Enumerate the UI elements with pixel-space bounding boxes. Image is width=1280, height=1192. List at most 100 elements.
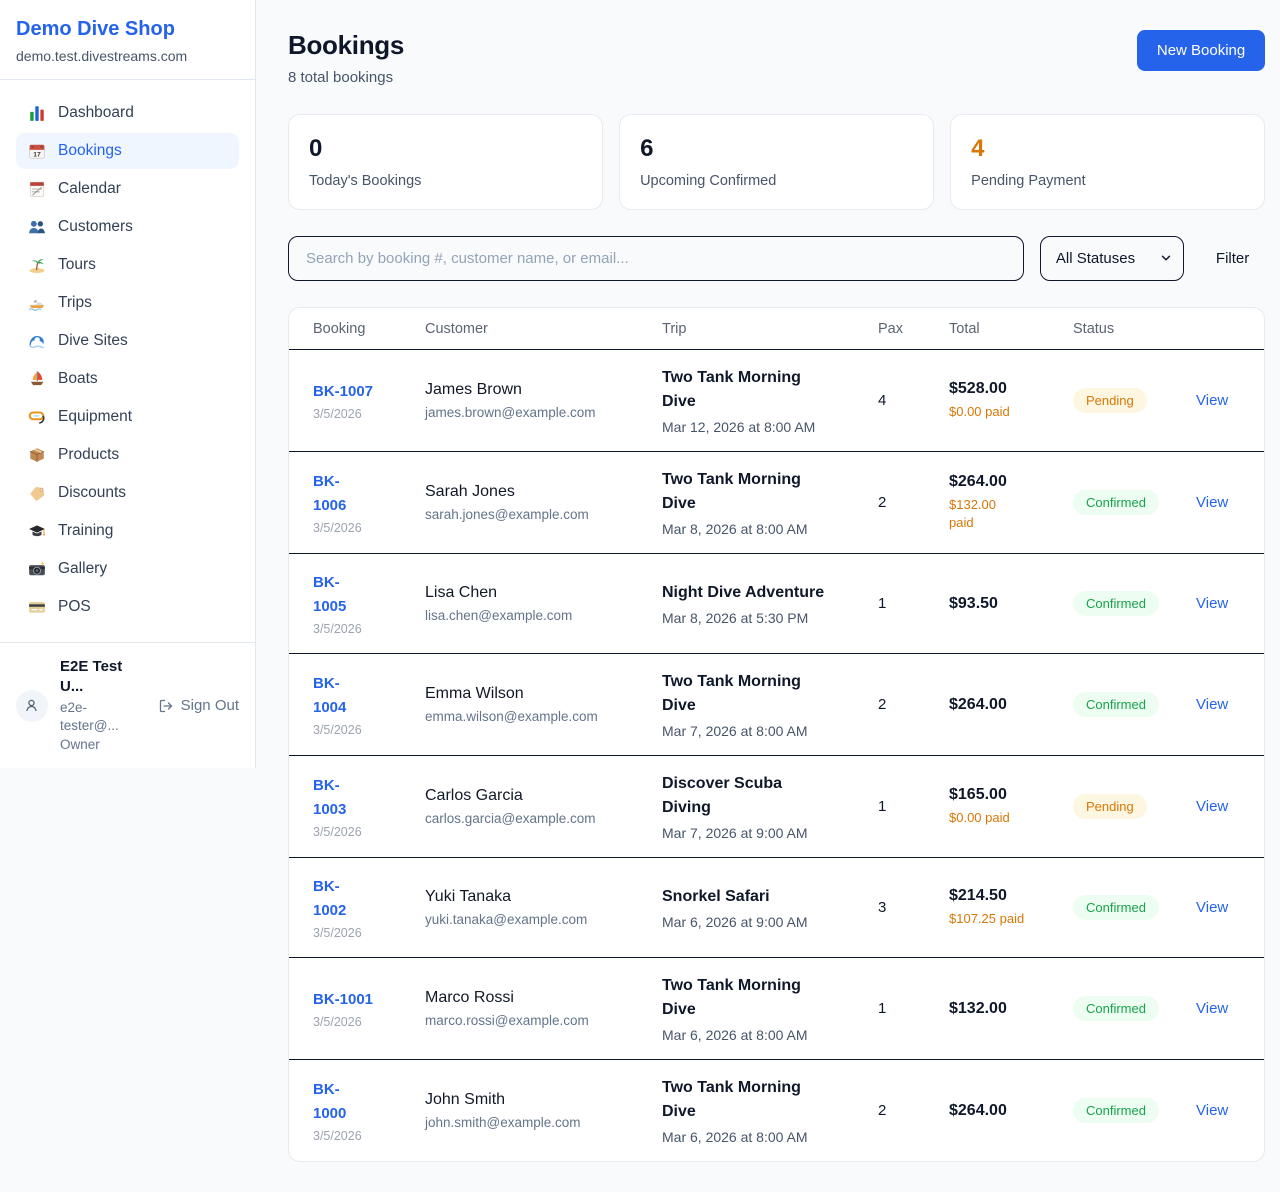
total-amount: $528.00	[949, 380, 1061, 398]
trip-name: Two Tank Morning Dive	[662, 1076, 866, 1124]
sidebar-item[interactable]: Dashboard	[16, 95, 239, 131]
app-layout: Demo Dive Shop demo.test.divestreams.com…	[0, 0, 1280, 1192]
sidebar-item[interactable]: 17 Bookings	[16, 133, 239, 169]
table-row: BK- 1002 3/5/2026 Yuki Tanaka yuki.tanak…	[289, 857, 1264, 957]
booking-created-date: 3/5/2026	[313, 1129, 413, 1143]
customer-email: lisa.chen@example.com	[425, 608, 650, 623]
credit-card-icon	[28, 598, 46, 616]
booking-created-date: 3/5/2026	[313, 407, 413, 421]
trip-name: Discover Scuba Diving	[662, 772, 866, 820]
table-row: BK-1001 3/5/2026 Marco Rossi marco.rossi…	[289, 957, 1264, 1059]
avatar	[16, 690, 48, 722]
user-info: E2E Test U... e2e-tester@... Owner	[60, 657, 146, 754]
customer-name: Lisa Chen	[425, 584, 650, 602]
sidebar-item-label: Customers	[58, 218, 133, 236]
view-booking-link[interactable]: View	[1196, 899, 1228, 916]
view-booking-link[interactable]: View	[1196, 798, 1228, 815]
status-select[interactable]: All Statuses	[1040, 236, 1184, 281]
view-booking-link[interactable]: View	[1196, 1000, 1228, 1017]
sign-out-button[interactable]: Sign Out	[158, 697, 239, 714]
booking-id-link[interactable]: BK- 1004	[313, 672, 413, 720]
wave-icon	[28, 332, 46, 350]
page-header: Bookings 8 total bookings New Booking	[288, 30, 1265, 86]
filter-row: All Statuses Filter	[288, 236, 1265, 281]
booking-id-link[interactable]: BK- 1002	[313, 875, 413, 923]
customer-email: sarah.jones@example.com	[425, 507, 650, 522]
customer-email: john.smith@example.com	[425, 1115, 650, 1130]
customer-name: Carlos Garcia	[425, 787, 650, 805]
customer-name: Emma Wilson	[425, 685, 650, 703]
sidebar-item[interactable]: Gallery	[16, 551, 239, 587]
view-booking-link[interactable]: View	[1196, 595, 1228, 612]
sidebar-item[interactable]: Customers	[16, 209, 239, 245]
total-amount: $264.00	[949, 696, 1061, 714]
tag-icon	[28, 484, 46, 502]
sidebar-item[interactable]: Training	[16, 513, 239, 549]
filter-button[interactable]: Filter	[1200, 250, 1265, 267]
booking-created-date: 3/5/2026	[313, 521, 413, 535]
sidebar-item[interactable]: POS	[16, 589, 239, 625]
new-booking-button[interactable]: New Booking	[1137, 30, 1265, 71]
sidebar-item-label: Products	[58, 446, 119, 464]
column-header-customer: Customer	[425, 321, 662, 337]
total-amount: $165.00	[949, 786, 1061, 804]
status-select-wrap: All Statuses	[1040, 236, 1184, 281]
column-header-trip: Trip	[662, 321, 878, 337]
bar-chart-icon	[28, 104, 46, 122]
status-badge: Confirmed	[1073, 895, 1159, 920]
customer-email: james.brown@example.com	[425, 405, 650, 420]
status-badge: Confirmed	[1073, 996, 1159, 1021]
stat-label: Pending Payment	[971, 173, 1244, 189]
trip-name: Two Tank Morning Dive	[662, 670, 866, 718]
page-title: Bookings	[288, 30, 404, 61]
sidebar-item[interactable]: Products	[16, 437, 239, 473]
trip-name: Two Tank Morning Dive	[662, 366, 866, 414]
sidebar-item[interactable]: Equipment	[16, 399, 239, 435]
view-booking-link[interactable]: View	[1196, 696, 1228, 713]
sidebar-item[interactable]: Discounts	[16, 475, 239, 511]
view-booking-link[interactable]: View	[1196, 392, 1228, 409]
booking-id-link[interactable]: BK-1001	[313, 988, 413, 1012]
status-badge: Confirmed	[1073, 591, 1159, 616]
column-header-booking: Booking	[313, 321, 425, 337]
table-header-row: Booking Customer Trip Pax Total Status	[289, 308, 1264, 350]
status-badge: Pending	[1073, 794, 1147, 819]
trip-name: Night Dive Adventure	[662, 581, 866, 605]
calendar-pad-icon	[28, 180, 46, 198]
customer-name: Yuki Tanaka	[425, 888, 650, 906]
trip-datetime: Mar 12, 2026 at 8:00 AM	[662, 419, 866, 435]
table-row: BK- 1003 3/5/2026 Carlos Garcia carlos.g…	[289, 755, 1264, 857]
paid-amount: $0.00 paid	[949, 809, 1061, 827]
sidebar-item[interactable]: Tours	[16, 247, 239, 283]
booking-id-link[interactable]: BK- 1005	[313, 571, 413, 619]
customer-email: yuki.tanaka@example.com	[425, 912, 650, 927]
booking-id-link[interactable]: BK-1007	[313, 380, 413, 404]
sidebar-item[interactable]: Dive Sites	[16, 323, 239, 359]
sidebar-item[interactable]: Boats	[16, 361, 239, 397]
pax-count: 3	[878, 899, 949, 916]
table-body: BK-1007 3/5/2026 James Brown james.brown…	[289, 350, 1264, 1161]
booking-id-link[interactable]: BK- 1006	[313, 470, 413, 518]
search-input[interactable]	[288, 236, 1024, 281]
booking-id-link[interactable]: BK- 1000	[313, 1078, 413, 1126]
shop-name-link[interactable]: Demo Dive Shop	[16, 18, 239, 41]
stat-label: Upcoming Confirmed	[640, 173, 913, 189]
trip-datetime: Mar 6, 2026 at 8:00 AM	[662, 1027, 866, 1043]
sidebar-nav: Dashboard 17 Bookings Calendar Customers	[0, 80, 255, 642]
booking-id-link[interactable]: BK- 1003	[313, 774, 413, 822]
paid-amount: $0.00 paid	[949, 403, 1061, 421]
stat-card: 6 Upcoming Confirmed	[619, 114, 934, 210]
sidebar-item-label: Discounts	[58, 484, 126, 502]
pax-count: 1	[878, 798, 949, 815]
sidebar-item[interactable]: Calendar	[16, 171, 239, 207]
table-row: BK- 1000 3/5/2026 John Smith john.smith@…	[289, 1059, 1264, 1161]
sidebar-item[interactable]: Trips	[16, 285, 239, 321]
view-booking-link[interactable]: View	[1196, 494, 1228, 511]
user-role: Owner	[60, 736, 146, 754]
pax-count: 1	[878, 1000, 949, 1017]
status-badge: Pending	[1073, 388, 1147, 413]
graduation-cap-icon	[28, 522, 46, 540]
sidebar-item-label: Equipment	[58, 408, 132, 426]
island-icon	[28, 256, 46, 274]
view-booking-link[interactable]: View	[1196, 1102, 1228, 1119]
